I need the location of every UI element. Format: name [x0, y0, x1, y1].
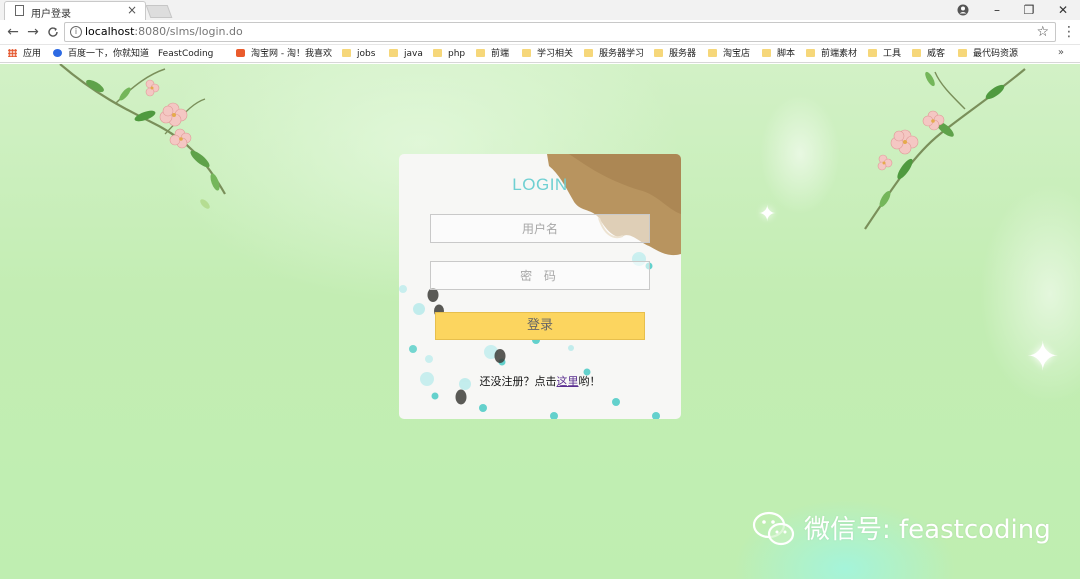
- folder-icon: [342, 49, 351, 57]
- bookmark-folder-tools[interactable]: 工具: [868, 47, 901, 61]
- sparkle-decoration: ✦: [1026, 334, 1060, 380]
- bookmark-folder-study[interactable]: 学习相关: [522, 47, 573, 61]
- watermark-text: 微信号: feastcoding: [804, 515, 1051, 545]
- bookmark-label: 脚本: [777, 49, 796, 59]
- bookmark-label: 应用: [23, 49, 42, 59]
- bookmark-folder-scripts[interactable]: 脚本: [762, 47, 795, 61]
- info-icon[interactable]: i: [70, 26, 82, 38]
- bookmark-label: 工具: [883, 49, 902, 59]
- bookmark-label: FeastCoding: [158, 49, 214, 59]
- bookmark-feastcoding[interactable]: FeastCoding: [158, 47, 214, 119]
- folder-icon: [958, 49, 967, 57]
- baidu-icon: [53, 49, 62, 57]
- minimize-button[interactable]: –: [980, 0, 1014, 20]
- close-window-button[interactable]: ✕: [1046, 0, 1080, 20]
- back-button[interactable]: ←: [4, 22, 22, 42]
- folder-icon: [708, 49, 717, 57]
- login-page: ✦ ✦ LOGIN 登录: [0, 64, 1080, 579]
- browser-menu-icon[interactable]: ⋮: [1062, 22, 1076, 42]
- flower-branch-left: [59, 64, 226, 209]
- bookmark-label: 淘宝网 - 淘！我喜欢: [251, 49, 332, 59]
- url-path: :8080/slms/login.do: [134, 25, 243, 38]
- register-prompt: 还没注册？点击这里哟！: [399, 373, 681, 389]
- bookmark-label: php: [448, 49, 466, 59]
- bookmark-baidu[interactable]: 百度一下，你就知道: [53, 47, 149, 61]
- bookmarks-overflow-icon[interactable]: »: [1058, 47, 1064, 58]
- password-input[interactable]: [430, 261, 650, 290]
- folder-icon: [868, 49, 877, 57]
- bookmark-folder-jobs[interactable]: jobs: [342, 47, 375, 61]
- bookmark-label: 最代码资源: [973, 49, 1019, 59]
- bookmarks-bar: 应用 百度一下，你就知道 FeastCoding 淘宝网 - 淘！我喜欢 job…: [0, 45, 1080, 119]
- folder-icon: [806, 49, 815, 57]
- bookmark-label: 淘宝店: [723, 49, 751, 59]
- folder-icon: [912, 49, 921, 57]
- login-title: LOGIN: [512, 175, 568, 194]
- browser-toolbar: ← → i localhost:8080/slms/login.do ☆ ⋮: [0, 20, 1080, 45]
- register-suffix: 哟！: [578, 375, 601, 388]
- folder-icon: [584, 49, 593, 57]
- username-input[interactable]: [430, 214, 650, 243]
- bookmark-folder-java[interactable]: java: [389, 47, 423, 61]
- folder-icon: [476, 49, 485, 57]
- bookmark-folder-server-study[interactable]: 服务器学习: [584, 47, 644, 61]
- bookmark-folder-php[interactable]: php: [433, 47, 465, 61]
- folder-icon: [654, 49, 663, 57]
- bookmark-folder-frontend-assets[interactable]: 前端素材: [806, 47, 857, 61]
- bookmark-label: 百度一下，你就知道: [68, 49, 150, 59]
- reload-icon: [48, 27, 58, 37]
- address-bar[interactable]: i localhost:8080/slms/login.do ☆: [64, 22, 1056, 42]
- browser-tab[interactable]: 用户登录 ×: [4, 1, 146, 20]
- wechat-icon: [752, 511, 795, 546]
- register-prefix: 还没注册？点击: [479, 375, 557, 388]
- tab-title: 用户登录: [31, 9, 71, 20]
- folder-icon: [389, 49, 398, 57]
- bookmark-folder-zuidaima[interactable]: 最代码资源: [958, 47, 1018, 61]
- bookmark-folder-taobao-shop[interactable]: 淘宝店: [708, 47, 750, 61]
- taobao-icon: [236, 49, 245, 57]
- flower-branch-right: [864, 68, 1026, 230]
- bookmark-folder-frontend[interactable]: 前端: [476, 47, 509, 61]
- profile-icon[interactable]: [946, 0, 980, 20]
- bookmark-folder-weike[interactable]: 威客: [912, 47, 945, 61]
- bookmark-label: 前端素材: [821, 49, 858, 59]
- page-icon: [15, 5, 24, 16]
- apps-icon: [8, 49, 17, 57]
- register-link[interactable]: 这里: [557, 375, 579, 388]
- url-host: localhost: [85, 25, 135, 38]
- tab-strip: 用户登录 × – ❐ ✕: [0, 0, 1080, 20]
- sparkle-decoration: ✦: [758, 202, 777, 227]
- url-text[interactable]: localhost:8080/slms/login.do: [85, 25, 243, 38]
- bookmark-label: java: [404, 49, 423, 59]
- bookmark-apps[interactable]: 应用: [8, 47, 41, 61]
- bookmark-folder-server[interactable]: 服务器: [654, 47, 696, 61]
- maximize-button[interactable]: ❐: [1012, 0, 1046, 20]
- bookmark-label: 威客: [927, 49, 946, 59]
- bookmark-label: 前端: [491, 49, 510, 59]
- forward-button[interactable]: →: [24, 22, 42, 42]
- new-tab-button[interactable]: [145, 5, 173, 18]
- tab-close-icon[interactable]: ×: [127, 3, 137, 17]
- bookmark-taobao[interactable]: 淘宝网 - 淘！我喜欢: [236, 47, 332, 61]
- reload-button[interactable]: [44, 22, 62, 42]
- bookmark-label: 服务器学习: [599, 49, 645, 59]
- folder-icon: [522, 49, 531, 57]
- folder-icon: [433, 49, 442, 57]
- bookmark-label: jobs: [357, 49, 376, 59]
- bookmark-label: 服务器: [669, 49, 697, 59]
- login-button[interactable]: 登录: [435, 312, 645, 340]
- bookmark-star-icon[interactable]: ☆: [1036, 24, 1049, 40]
- folder-icon: [762, 49, 771, 57]
- bookmark-label: 学习相关: [537, 49, 574, 59]
- login-card: LOGIN 登录 还没注册？点击这里哟！: [399, 154, 681, 419]
